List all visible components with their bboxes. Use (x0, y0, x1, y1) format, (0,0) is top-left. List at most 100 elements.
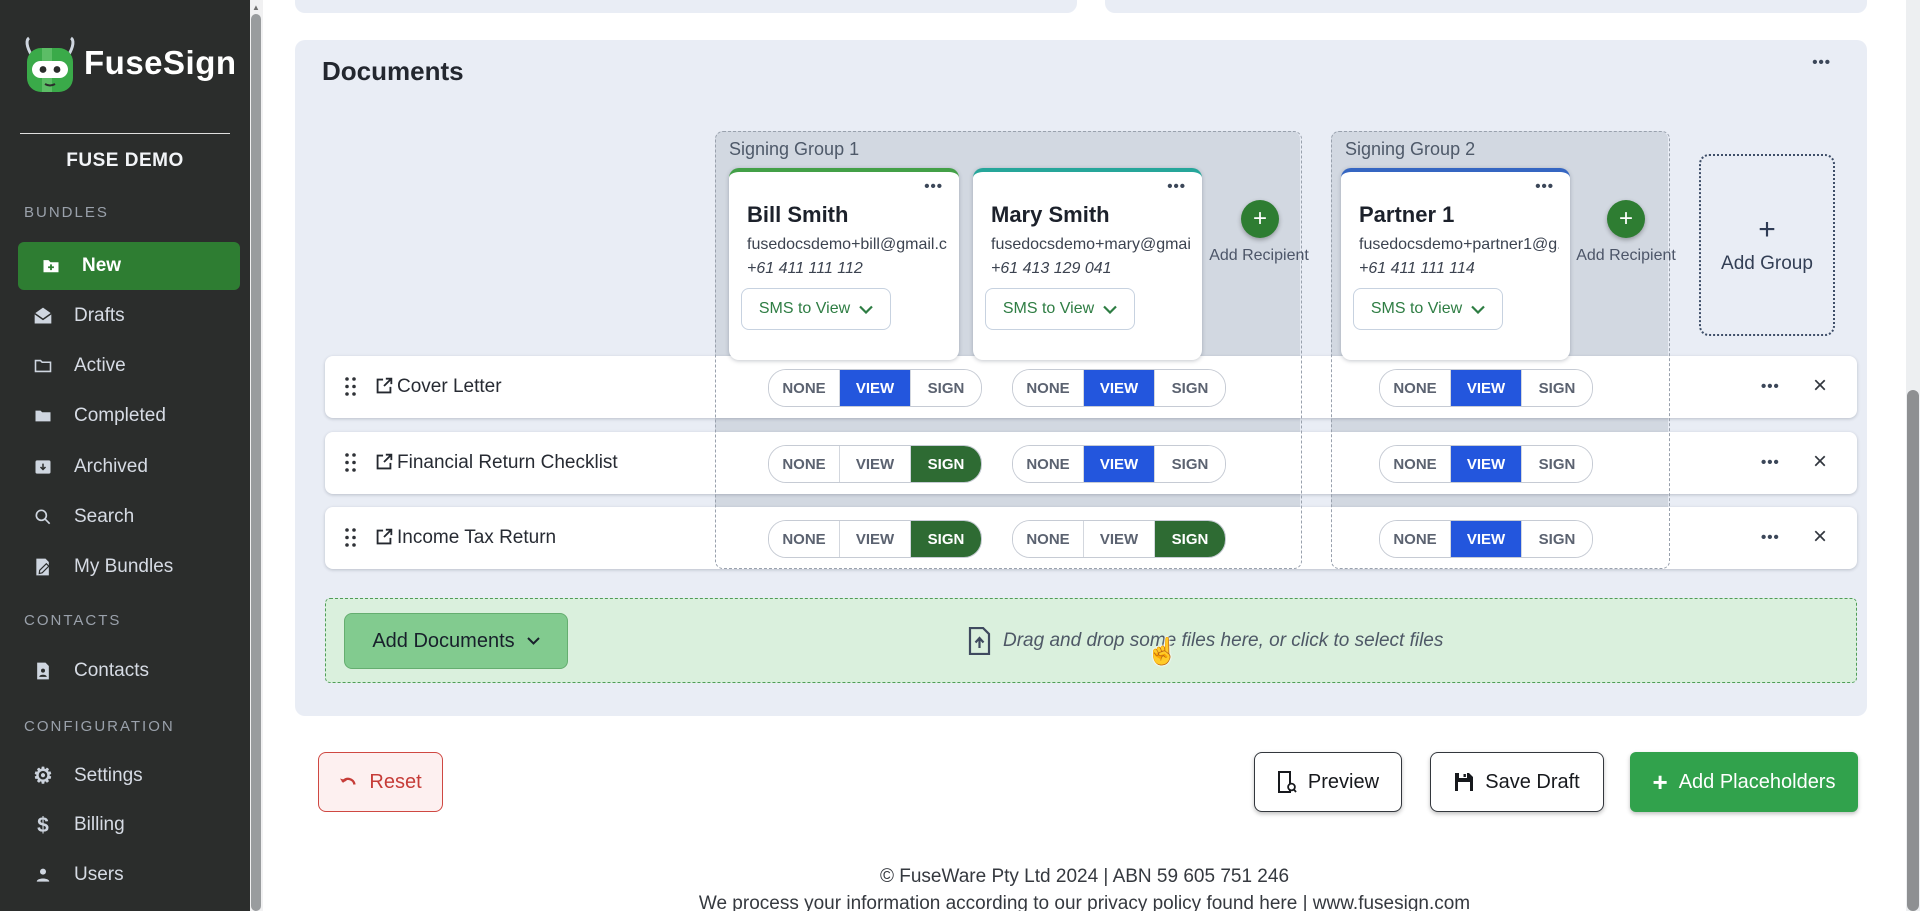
open-document-icon[interactable] (373, 526, 395, 553)
top-card-right (1105, 0, 1867, 13)
row-remove-icon[interactable]: × (1813, 432, 1827, 492)
sidebar-divider (20, 133, 230, 134)
add-recipient-button[interactable]: + (1607, 200, 1645, 238)
page-scrollbar-thumb[interactable] (1907, 390, 1919, 911)
contact-card-icon (32, 660, 54, 682)
drag-handle-icon[interactable] (344, 376, 357, 402)
dropzone-hint: Drag and drop some files here, or click … (968, 599, 1443, 682)
permission-sign-button[interactable]: SIGN (1155, 446, 1225, 482)
recipient-menu-ellipsis-icon[interactable]: ••• (1167, 178, 1186, 195)
add-documents-button[interactable]: Add Documents (344, 613, 568, 669)
footer-privacy: We process your information according to… (263, 893, 1906, 911)
permission-view-button[interactable]: VIEW (840, 521, 911, 557)
permission-view-button[interactable]: VIEW (840, 370, 911, 406)
sidebar-item-archived[interactable]: Archived (10, 443, 242, 491)
sidebar-item-active[interactable]: Active (10, 342, 242, 390)
sms-to-view-dropdown[interactable]: SMS to View (1353, 288, 1503, 330)
panel-title: Documents (322, 56, 464, 87)
chevron-down-icon (527, 637, 540, 645)
file-dropzone[interactable]: Add Documents Drag and drop some files h… (325, 598, 1857, 683)
sidebar-item-completed[interactable]: Completed (10, 392, 242, 440)
sidebar-item-settings[interactable]: ⚙ Settings (10, 752, 242, 800)
app-logo-text: FuseSign (84, 44, 237, 82)
permission-none-button[interactable]: NONE (769, 521, 840, 557)
sidebar-item-users[interactable]: Users (10, 851, 242, 899)
add-placeholders-button[interactable]: + Add Placeholders (1630, 752, 1858, 812)
fusesign-logo-icon (22, 34, 80, 96)
permission-view-button[interactable]: VIEW (1451, 521, 1522, 557)
drag-handle-icon[interactable] (344, 527, 357, 553)
permission-sign-button[interactable]: SIGN (1522, 446, 1592, 482)
permission-view-button[interactable]: VIEW (1084, 521, 1155, 557)
permission-sign-button[interactable]: SIGN (911, 521, 981, 557)
folder-outline-icon (32, 355, 54, 377)
fusesign-app: FuseSign FUSE DEMO BUNDLES New Drafts Ac… (0, 0, 1920, 911)
drag-handle-icon[interactable] (344, 452, 357, 478)
permission-none-button[interactable]: NONE (1380, 370, 1451, 406)
recipient-card-mary-smith: ••• Mary Smith fusedocsdemo+mary@gmai...… (973, 168, 1202, 360)
permission-none-button[interactable]: NONE (769, 370, 840, 406)
row-menu-ellipsis-icon[interactable]: ••• (1761, 507, 1780, 569)
recipient-menu-ellipsis-icon[interactable]: ••• (1535, 178, 1554, 195)
permission-toggle-group: NONEVIEWSIGN (768, 369, 982, 407)
permission-sign-button[interactable]: SIGN (911, 446, 981, 482)
permission-sign-button[interactable]: SIGN (1522, 370, 1592, 406)
sidebar-item-drafts[interactable]: Drafts (10, 292, 242, 340)
permission-view-button[interactable]: VIEW (1451, 446, 1522, 482)
permission-none-button[interactable]: NONE (1013, 446, 1084, 482)
permission-view-button[interactable]: VIEW (1451, 370, 1522, 406)
row-remove-icon[interactable]: × (1813, 507, 1827, 567)
row-menu-ellipsis-icon[interactable]: ••• (1761, 356, 1780, 418)
page-scrollbar[interactable] (1906, 0, 1920, 911)
document-row-financial-return-checklist: Financial Return Checklist NONEVIEWSIGN … (325, 432, 1857, 494)
sidebar-scrollbar[interactable]: ▲ (250, 0, 263, 911)
recipient-menu-ellipsis-icon[interactable]: ••• (924, 178, 943, 195)
permission-view-button[interactable]: VIEW (840, 446, 911, 482)
signing-group-1-label: Signing Group 1 (729, 139, 859, 160)
permission-sign-button[interactable]: SIGN (1522, 521, 1592, 557)
sms-to-view-dropdown[interactable]: SMS to View (985, 288, 1135, 330)
sidebar-item-billing[interactable]: $ Billing (10, 801, 242, 849)
scrollbar-up-arrow-icon[interactable]: ▲ (252, 3, 260, 12)
gear-icon: ⚙ (32, 765, 54, 787)
open-document-icon[interactable] (373, 451, 395, 478)
permission-sign-button[interactable]: SIGN (911, 370, 981, 406)
archive-icon (32, 456, 54, 478)
permission-none-button[interactable]: NONE (1380, 446, 1451, 482)
sidebar-item-contacts[interactable]: Contacts (10, 647, 242, 695)
permission-sign-button[interactable]: SIGN (1155, 370, 1225, 406)
upload-file-icon (968, 627, 991, 655)
sms-to-view-dropdown[interactable]: SMS to View (741, 288, 891, 330)
open-document-icon[interactable] (373, 375, 395, 402)
permission-view-button[interactable]: VIEW (1084, 446, 1155, 482)
top-card-left (295, 0, 1077, 13)
permission-toggle-group: NONEVIEWSIGN (1379, 445, 1593, 483)
documents-panel: Documents ••• Cover Letter NONEVIEWSIGN … (295, 40, 1867, 716)
permission-none-button[interactable]: NONE (769, 446, 840, 482)
preview-button[interactable]: Preview (1254, 752, 1402, 812)
section-header-bundles: BUNDLES (24, 204, 224, 221)
sidebar-scrollbar-thumb[interactable] (251, 14, 261, 911)
reset-button[interactable]: Reset (318, 752, 443, 812)
search-icon (32, 506, 54, 528)
permission-toggle-group: NONEVIEWSIGN (1379, 369, 1593, 407)
permission-none-button[interactable]: NONE (1013, 521, 1084, 557)
sidebar-item-my-bundles[interactable]: My Bundles (10, 543, 242, 591)
recipient-name: Partner 1 (1359, 202, 1454, 228)
permission-none-button[interactable]: NONE (1013, 370, 1084, 406)
org-name: FUSE DEMO (0, 150, 250, 172)
permission-view-button[interactable]: VIEW (1084, 370, 1155, 406)
permission-none-button[interactable]: NONE (1380, 521, 1451, 557)
row-remove-icon[interactable]: × (1813, 356, 1827, 416)
section-header-contacts: CONTACTS (24, 612, 224, 629)
add-group-button[interactable]: + Add Group (1699, 154, 1835, 336)
permission-toggle-group: NONEVIEWSIGN (1379, 520, 1593, 558)
add-recipient-button[interactable]: + (1241, 200, 1279, 238)
save-draft-button[interactable]: Save Draft (1430, 752, 1604, 812)
row-menu-ellipsis-icon[interactable]: ••• (1761, 432, 1780, 494)
permission-sign-button[interactable]: SIGN (1155, 521, 1225, 557)
sidebar-item-search[interactable]: Search (10, 493, 242, 541)
section-header-configuration: CONFIGURATION (24, 718, 224, 735)
sidebar-item-new[interactable]: New (18, 242, 240, 290)
panel-menu-ellipsis-icon[interactable]: ••• (1812, 54, 1831, 71)
